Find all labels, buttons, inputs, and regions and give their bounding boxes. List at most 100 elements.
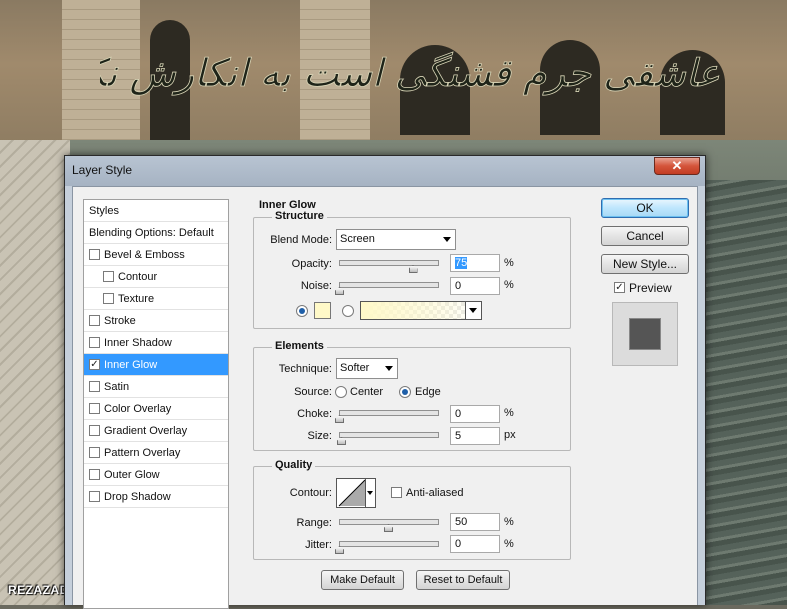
styles-list-item-label: Styles — [89, 205, 119, 217]
styles-list-item[interactable]: Outer Glow — [84, 464, 228, 486]
noise-unit: % — [504, 279, 514, 291]
style-checkbox[interactable] — [89, 447, 100, 458]
size-label: Size: — [307, 430, 332, 442]
choke-label: Choke: — [297, 408, 332, 420]
styles-list-item-label: Drop Shadow — [104, 491, 171, 503]
jitter-slider[interactable] — [335, 541, 439, 554]
source-center-radio[interactable] — [335, 386, 347, 398]
dialog-titlebar[interactable]: Layer Style ✕ — [65, 156, 705, 184]
choke-slider[interactable] — [335, 410, 439, 423]
style-checkbox[interactable] — [89, 315, 100, 326]
source-center-label[interactable]: Center — [350, 386, 383, 398]
styles-list-item[interactable]: Contour — [84, 266, 228, 288]
jitter-input[interactable]: 0 — [450, 535, 500, 553]
style-preview — [612, 302, 678, 366]
close-icon: ✕ — [671, 158, 683, 173]
styles-list-item[interactable]: Bevel & Emboss — [84, 244, 228, 266]
chevron-down-icon — [367, 491, 373, 495]
close-button[interactable]: ✕ — [654, 157, 700, 175]
gradient-radio[interactable] — [342, 305, 354, 317]
range-unit: % — [504, 516, 514, 528]
make-default-button[interactable]: Make Default — [321, 570, 404, 590]
range-label: Range: — [296, 517, 332, 529]
gradient-dropdown-button[interactable] — [465, 302, 481, 319]
contour-picker[interactable] — [336, 478, 376, 508]
contour-dropdown-button[interactable] — [365, 479, 375, 507]
check-icon: ✓ — [90, 359, 99, 370]
choke-input[interactable]: 0 — [450, 405, 500, 423]
choke-slider-thumb[interactable] — [335, 415, 344, 423]
water-ripples — [697, 180, 787, 605]
noise-slider-thumb[interactable] — [335, 287, 344, 295]
style-checkbox[interactable] — [103, 271, 114, 282]
new-style-button[interactable]: New Style... — [601, 254, 689, 274]
technique-select[interactable]: Softer — [336, 358, 398, 379]
source-edge-radio[interactable] — [399, 386, 411, 398]
cancel-button[interactable]: Cancel — [601, 226, 689, 246]
style-checkbox[interactable] — [89, 403, 100, 414]
styles-list-item[interactable]: Stroke — [84, 310, 228, 332]
styles-list-item-label: Bevel & Emboss — [104, 249, 185, 261]
glow-gradient-picker[interactable] — [360, 301, 482, 320]
range-input[interactable]: 50 — [450, 513, 500, 531]
styles-list-item[interactable]: ✓ Inner Glow — [84, 354, 228, 376]
styles-list-item[interactable]: Gradient Overlay — [84, 420, 228, 442]
range-slider[interactable] — [339, 519, 439, 532]
opacity-slider-thumb[interactable] — [408, 265, 418, 273]
styles-list-item-label: Satin — [104, 381, 130, 393]
jitter-unit: % — [504, 538, 514, 550]
technique-label: Technique: — [278, 363, 332, 375]
size-input[interactable]: 5 — [450, 427, 500, 445]
blend-mode-label: Blend Mode: — [270, 234, 332, 246]
range-slider-thumb[interactable] — [384, 524, 393, 532]
chevron-down-icon — [443, 237, 451, 242]
opacity-label: Opacity: — [291, 258, 332, 270]
source-label: Source: — [294, 386, 332, 398]
source-edge-label[interactable]: Edge — [415, 386, 441, 398]
preview-checkbox[interactable]: ✓ — [614, 282, 625, 293]
style-checkbox[interactable] — [89, 337, 100, 348]
inner-glow-panel: Inner Glow Structure Blend Mode: Screen … — [243, 196, 583, 596]
technique-value: Softer — [340, 362, 370, 374]
reset-to-default-button[interactable]: Reset to Default — [416, 570, 510, 590]
layer-style-dialog: Layer Style ✕ Styles Blending Options: De… — [64, 155, 706, 609]
solid-color-radio[interactable] — [296, 305, 308, 317]
check-icon: ✓ — [615, 282, 624, 293]
styles-list-item[interactable]: Styles — [84, 200, 228, 222]
noise-input[interactable]: 0 — [450, 277, 500, 295]
size-slider[interactable] — [336, 432, 439, 445]
style-checkbox[interactable] — [89, 381, 100, 392]
opacity-unit: % — [504, 257, 514, 269]
styles-list: Styles Blending Options: Default Bevel & E… — [83, 199, 229, 609]
style-checkbox[interactable] — [89, 491, 100, 502]
jitter-slider-thumb[interactable] — [335, 546, 344, 554]
style-checkbox[interactable] — [89, 249, 100, 260]
styles-list-item-label: Inner Shadow — [104, 337, 172, 349]
styles-list-item-label: Stroke — [104, 315, 136, 327]
style-checkbox[interactable] — [89, 469, 100, 480]
styles-list-item[interactable]: Blending Options: Default — [84, 222, 228, 244]
noise-slider[interactable] — [335, 282, 439, 295]
ok-button[interactable]: OK — [601, 198, 689, 218]
anti-aliased-checkbox[interactable] — [391, 487, 402, 498]
opacity-slider[interactable] — [339, 260, 439, 273]
styles-list-item[interactable]: Satin — [84, 376, 228, 398]
preview-label[interactable]: Preview — [629, 281, 672, 295]
glow-color-swatch[interactable] — [314, 302, 331, 319]
blend-mode-select[interactable]: Screen — [336, 229, 456, 250]
styles-list-item[interactable]: Drop Shadow — [84, 486, 228, 508]
style-checkbox[interactable]: ✓ — [89, 359, 100, 370]
styles-list-item[interactable]: Color Overlay — [84, 398, 228, 420]
noise-label: Noise: — [300, 280, 332, 292]
style-checkbox[interactable] — [89, 425, 100, 436]
styles-list-item[interactable]: Pattern Overlay — [84, 442, 228, 464]
styles-list-item-label: Outer Glow — [104, 469, 160, 481]
dialog-body: Styles Blending Options: Default Bevel & E… — [72, 186, 698, 609]
styles-list-item[interactable]: Texture — [84, 288, 228, 310]
opacity-input[interactable]: 75 — [450, 254, 500, 272]
style-checkbox[interactable] — [103, 293, 114, 304]
styles-list-item[interactable]: Inner Shadow — [84, 332, 228, 354]
size-slider-thumb[interactable] — [336, 437, 346, 445]
dialog-title: Layer Style — [72, 163, 133, 177]
anti-aliased-label[interactable]: Anti-aliased — [406, 487, 463, 499]
